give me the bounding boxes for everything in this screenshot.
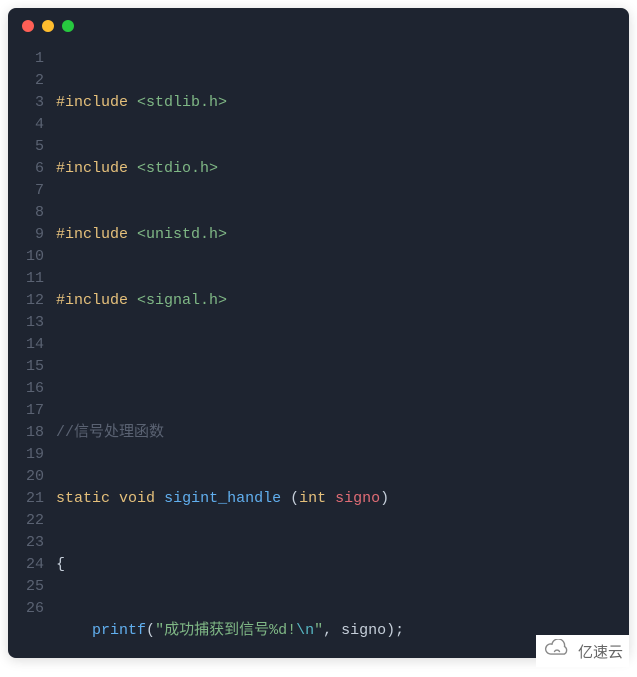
include-path: <unistd.h> <box>128 226 227 243</box>
code-line: #include <stdio.h> <box>56 158 629 180</box>
param-token: signo <box>326 490 380 507</box>
preproc-token: #include <box>56 160 128 177</box>
escape-token: \n <box>296 622 314 639</box>
keyword-token: void <box>119 490 155 507</box>
comment-token: //信号处理函数 <box>56 424 164 441</box>
preproc-token: #include <box>56 226 128 243</box>
code-editor-body: 1234567891011121314151617181920212223242… <box>8 44 629 658</box>
code-line: #include <stdlib.h> <box>56 92 629 114</box>
code-line: static void sigint_handle (int signo) <box>56 488 629 510</box>
code-content[interactable]: #include <stdlib.h> #include <stdio.h> #… <box>56 48 629 658</box>
punct-token: ( <box>290 490 299 507</box>
line-number: 25 <box>26 576 44 598</box>
watermark-badge: 亿速云 <box>536 635 629 667</box>
keyword-token: int <box>299 490 326 507</box>
cloud-icon <box>542 639 572 663</box>
line-number: 10 <box>26 246 44 268</box>
line-number: 6 <box>26 158 44 180</box>
include-path: <stdio.h> <box>128 160 218 177</box>
include-path: <signal.h> <box>128 292 227 309</box>
window-titlebar <box>8 8 629 44</box>
line-number: 11 <box>26 268 44 290</box>
string-token: "成功捕获到信号%d! <box>155 622 296 639</box>
line-number: 7 <box>26 180 44 202</box>
line-number: 21 <box>26 488 44 510</box>
code-line: //信号处理函数 <box>56 422 629 444</box>
line-number: 5 <box>26 136 44 158</box>
preproc-token: #include <box>56 292 128 309</box>
include-path: <stdlib.h> <box>128 94 227 111</box>
line-number: 17 <box>26 400 44 422</box>
code-line <box>56 356 629 378</box>
line-number: 4 <box>26 114 44 136</box>
code-line: #include <unistd.h> <box>56 224 629 246</box>
line-number: 2 <box>26 70 44 92</box>
line-number: 13 <box>26 312 44 334</box>
punct-token: { <box>56 556 65 573</box>
punct-token: ); <box>386 622 404 639</box>
ident-token: , signo <box>323 622 386 639</box>
line-number: 15 <box>26 356 44 378</box>
line-number: 9 <box>26 224 44 246</box>
line-number: 22 <box>26 510 44 532</box>
code-editor-window: 1234567891011121314151617181920212223242… <box>8 8 629 658</box>
indent <box>56 622 92 639</box>
line-number: 26 <box>26 598 44 620</box>
minimize-icon[interactable] <box>42 20 54 32</box>
punct-token: ) <box>380 490 389 507</box>
watermark-text: 亿速云 <box>578 641 623 662</box>
line-number-gutter: 1234567891011121314151617181920212223242… <box>8 48 56 658</box>
preproc-token: #include <box>56 94 128 111</box>
close-icon[interactable] <box>22 20 34 32</box>
line-number: 18 <box>26 422 44 444</box>
line-number: 8 <box>26 202 44 224</box>
line-number: 1 <box>26 48 44 70</box>
line-number: 23 <box>26 532 44 554</box>
maximize-icon[interactable] <box>62 20 74 32</box>
line-number: 24 <box>26 554 44 576</box>
line-number: 12 <box>26 290 44 312</box>
line-number: 3 <box>26 92 44 114</box>
code-line: { <box>56 554 629 576</box>
line-number: 20 <box>26 466 44 488</box>
line-number: 19 <box>26 444 44 466</box>
line-number: 14 <box>26 334 44 356</box>
punct-token: ( <box>146 622 155 639</box>
line-number: 16 <box>26 378 44 400</box>
function-call: printf <box>92 622 146 639</box>
code-line: #include <signal.h> <box>56 290 629 312</box>
function-name: sigint_handle <box>164 490 281 507</box>
string-token: " <box>314 622 323 639</box>
keyword-token: static <box>56 490 110 507</box>
